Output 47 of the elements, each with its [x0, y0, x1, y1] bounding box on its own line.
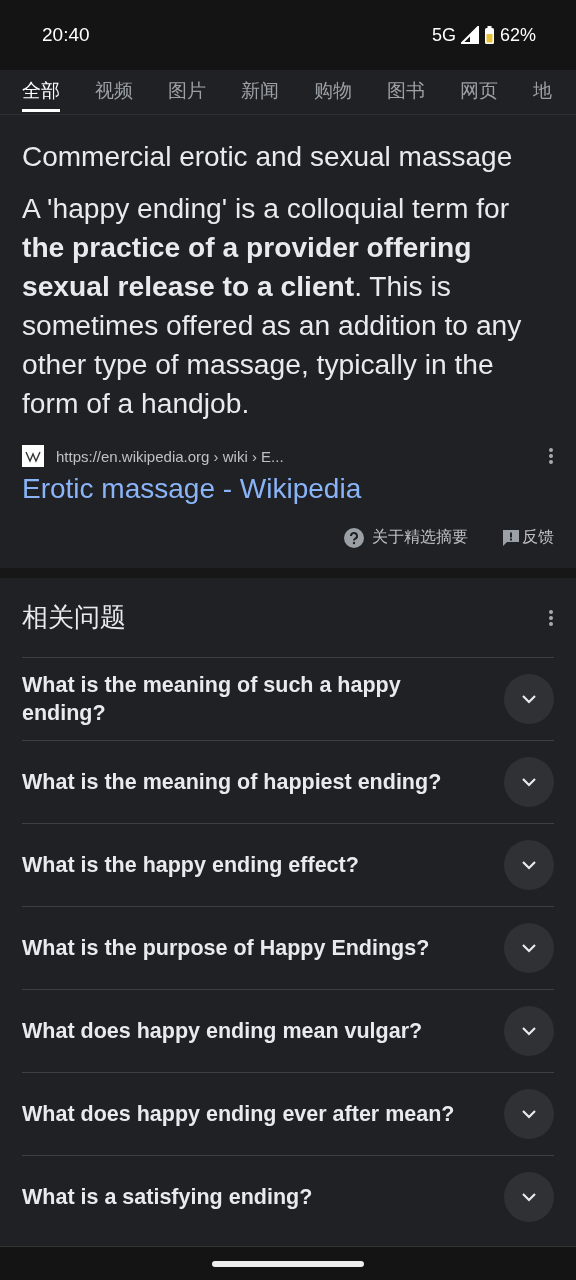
question-text[interactable]: What is the purpose of Happy Endings? — [22, 934, 484, 962]
signal-icon — [460, 26, 479, 44]
tab[interactable]: 地 — [533, 72, 552, 112]
battery-percent: 62% — [499, 24, 536, 46]
snippet-text: A 'happy ending' is a colloquial term for the practice of a provider offering sexual release to a client. This is sometimes offered as an addition to any other type of massage, typically in the form of a handjob. — [22, 191, 523, 421]
question-text[interactable]: What is the meaning of happiest ending? — [22, 768, 484, 796]
chevron-down-icon — [521, 860, 537, 870]
chevron-down-icon — [521, 1026, 537, 1036]
wikipedia-logo-icon — [22, 445, 44, 467]
expand-button[interactable] — [504, 674, 554, 724]
snippet-heading: Commercial erotic and sexual massage — [22, 140, 514, 174]
home-handle[interactable] — [212, 1260, 364, 1267]
expand-button[interactable] — [504, 1006, 554, 1056]
chevron-down-icon — [521, 943, 537, 953]
tab[interactable]: 全部 — [22, 72, 60, 112]
expand-button[interactable] — [504, 1089, 554, 1139]
feedback-icon — [502, 528, 520, 547]
question-text[interactable]: What is the meaning of such a happy ending? — [22, 671, 484, 727]
feedback-link[interactable]: 反馈 — [522, 527, 554, 548]
expand-button[interactable] — [504, 840, 554, 890]
tab[interactable]: 图片 — [168, 72, 206, 112]
chevron-down-icon — [521, 777, 537, 787]
about-snippet-link[interactable]: 关于精选摘要 — [372, 527, 468, 548]
question-text[interactable]: What does happy ending mean vulgar? — [22, 1017, 484, 1045]
battery-icon — [483, 25, 495, 45]
tab[interactable]: 网页 — [460, 72, 498, 112]
expand-button[interactable] — [504, 923, 554, 973]
expand-button[interactable] — [504, 1172, 554, 1222]
tab[interactable]: 新闻 — [241, 72, 279, 112]
question-text[interactable]: What does happy ending ever after mean? — [22, 1100, 484, 1128]
chevron-down-icon — [521, 1192, 537, 1202]
question-text[interactable]: What is a satisfying ending? — [22, 1183, 484, 1211]
question-text[interactable]: What is the happy ending effect? — [22, 851, 484, 879]
help-icon — [344, 527, 364, 548]
clock: 20:40 — [42, 24, 90, 46]
tab[interactable]: 购物 — [314, 72, 352, 112]
network-type: 5G — [431, 24, 456, 46]
tab[interactable]: 视频 — [95, 72, 133, 112]
chevron-down-icon — [521, 694, 537, 704]
chevron-down-icon — [521, 1109, 537, 1119]
section-title: 相关问题 — [22, 601, 126, 634]
expand-button[interactable] — [504, 757, 554, 807]
more-options-icon[interactable] — [548, 608, 554, 627]
tab[interactable]: 图书 — [387, 72, 425, 112]
more-options-icon[interactable] — [548, 447, 554, 465]
source-url[interactable]: https://en.wikipedia.org › wiki › E... — [56, 447, 536, 465]
result-link[interactable]: Erotic massage - Wikipedia — [22, 473, 362, 505]
